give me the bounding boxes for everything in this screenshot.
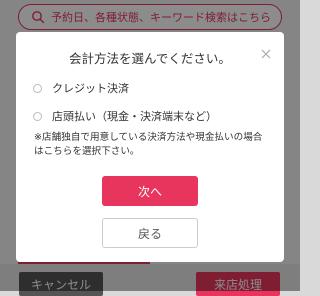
close-icon bbox=[260, 48, 272, 60]
back-button[interactable]: 戻る bbox=[102, 218, 198, 248]
option-pay-at-store[interactable]: 店頭払い（現金・決済端末など） bbox=[33, 108, 217, 124]
option-credit-card[interactable]: クレジット決済 bbox=[33, 80, 129, 96]
note-text: ※店舗独自で用意している決済方法や現金払いの場合はこちらを選択下さい。 bbox=[34, 132, 263, 157]
dialog-title: 会計方法を選んでください。 bbox=[69, 51, 231, 66]
close-button[interactable] bbox=[260, 48, 272, 60]
next-button[interactable]: 次へ bbox=[102, 176, 198, 206]
payment-method-dialog: 会計方法を選んでください。 クレジット決済 店頭払い（現金・決済端末など） ※店… bbox=[16, 32, 284, 262]
option-label: クレジット決済 bbox=[52, 82, 129, 95]
option-label: 店頭払い（現金・決済端末など） bbox=[52, 110, 217, 123]
radio-button[interactable] bbox=[33, 83, 42, 93]
radio-button[interactable] bbox=[33, 111, 42, 121]
